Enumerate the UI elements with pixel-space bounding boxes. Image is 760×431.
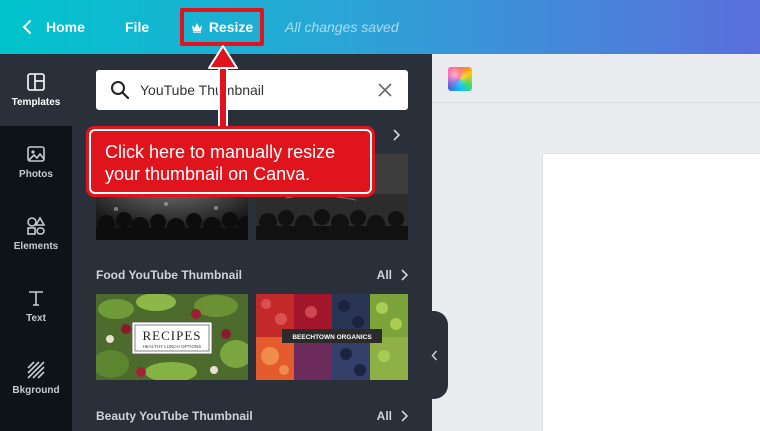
chevron-right-icon[interactable] (392, 129, 400, 141)
toolbar-divider (432, 102, 760, 103)
crown-icon (191, 22, 202, 33)
section-header-beauty: Beauty YouTube Thumbnail All (96, 409, 408, 423)
see-all-label: All (376, 409, 392, 423)
resize-label: Resize (208, 19, 254, 35)
search-icon (111, 81, 130, 100)
see-all-link[interactable]: All (377, 409, 408, 423)
photos-icon (27, 146, 45, 162)
resize-button[interactable]: Resize (180, 8, 264, 46)
chevron-right-icon (401, 269, 408, 281)
sidebar-item-label: Templates (11, 97, 61, 108)
template-thumbnail-recipes[interactable]: RECIPES HEALTHY LUNCH OPTIONS (96, 294, 248, 380)
design-page[interactable] (543, 154, 760, 431)
sidebar-item-background[interactable]: Bkground (0, 342, 72, 414)
chevron-left-icon (430, 349, 437, 361)
section-header-food: Food YouTube Thumbnail All (96, 268, 408, 282)
chevron-right-icon (401, 410, 408, 422)
organics-title: BEECHTOWN ORGANICS (292, 334, 372, 341)
see-all-link[interactable]: All (377, 268, 408, 282)
home-button[interactable]: Home (22, 0, 85, 54)
callout-text: Click here to manually resize your thumb… (89, 129, 372, 194)
sidebar-item-label: Bkground (12, 385, 60, 396)
recipes-subtitle: HEALTHY LUNCH OPTIONS (143, 344, 202, 349)
file-menu-button[interactable]: File (125, 0, 149, 54)
templates-panel: Food YouTube Thumbnail All RECIPES (72, 54, 432, 431)
save-status: All changes saved (285, 19, 399, 35)
file-label: File (125, 19, 150, 35)
sidebar-item-label: Elements (13, 241, 59, 252)
see-all-label: All (376, 268, 392, 282)
home-label: Home (46, 19, 85, 35)
search-input[interactable] (140, 75, 378, 105)
elements-icon (27, 216, 46, 235)
templates-icon (27, 73, 45, 91)
recipes-title: RECIPES (142, 328, 201, 343)
sidebar-item-elements[interactable]: Elements (0, 198, 72, 270)
left-sidebar: Templates Photos Elements Text Bkground (0, 54, 72, 431)
template-thumbnail-organics[interactable]: BEECHTOWN ORGANICS (256, 294, 408, 380)
annotation-callout: Click here to manually resize your thumb… (86, 126, 375, 197)
search-box (96, 70, 408, 110)
text-icon (29, 291, 43, 306)
section-title: Food YouTube Thumbnail (96, 268, 242, 282)
chevron-left-icon (22, 20, 31, 34)
section-title: Beauty YouTube Thumbnail (96, 409, 253, 423)
sidebar-item-text[interactable]: Text (0, 270, 72, 342)
background-icon (27, 361, 45, 379)
sidebar-item-photos[interactable]: Photos (0, 126, 72, 198)
sidebar-item-templates[interactable]: Templates (0, 54, 72, 126)
collapse-panel-handle[interactable] (420, 311, 448, 399)
sidebar-item-label: Text (26, 313, 46, 324)
canvas-area (432, 54, 760, 431)
top-bar: Home File Resize All changes saved (0, 0, 760, 54)
close-icon[interactable] (378, 83, 392, 97)
color-picker-button[interactable] (448, 67, 472, 91)
sidebar-item-label: Photos (19, 169, 53, 180)
